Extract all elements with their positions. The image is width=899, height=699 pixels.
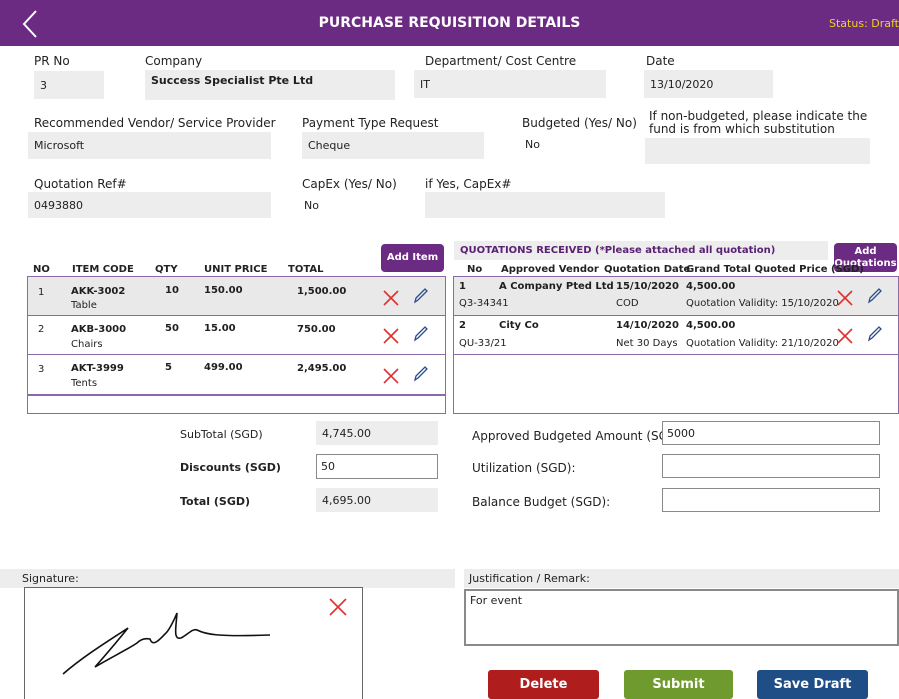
capex-field[interactable]: No [298,197,378,213]
delete-item-icon[interactable] [382,289,400,310]
payment-type-field[interactable]: Cheque [302,132,484,159]
table-divider [28,395,445,396]
vendor-label: Recommended Vendor/ Service Provider [34,116,276,130]
remark-input[interactable]: For event [464,589,899,646]
company-label: Company [145,54,203,68]
non-budgeted-field[interactable] [645,138,870,164]
item-desc: Chairs [71,339,103,350]
quotation-validity: Quotation Validity: 21/10/2020 [686,338,839,349]
capex-no-field[interactable] [425,192,665,218]
quotation-ref: Q3-34341 [459,298,509,309]
item-qty: 10 [165,285,179,296]
quotation-terms: COD [616,298,639,309]
add-item-button[interactable]: Add Item [381,244,444,272]
payment-type-label: Payment Type Request [302,116,439,130]
item-total: 2,495.00 [297,363,347,374]
delete-quotation-icon[interactable] [836,289,854,310]
item-code: AKT-3999 [71,363,124,374]
edit-quotation-icon[interactable] [866,324,884,345]
item-qty: 5 [165,362,172,373]
clear-signature-icon[interactable] [328,597,348,620]
date-label: Date [646,54,675,68]
item-code: AKB-3000 [71,324,127,335]
discount-label: Discounts (SGD) [180,461,281,474]
quotation-total: 4,500.00 [686,320,736,331]
approved-budget-input[interactable]: 5000 [662,421,880,445]
item-no: 1 [38,287,45,298]
page-title: PURCHASE REQUISITION DETAILS [318,15,581,31]
signature-label: Signature: [0,569,455,588]
items-header-no: NO [33,264,50,275]
budgeted-field[interactable]: No [519,136,599,152]
quotations-header-total: Grand Total Quoted Price (SGD) [686,264,864,275]
signature-image [55,610,285,693]
approved-budget-label: Approved Budgeted Amount (SGD): [472,429,686,443]
item-no: 2 [38,324,45,335]
item-price: 499.00 [204,362,243,373]
pr-no-field[interactable]: 3 [34,71,104,99]
quotation-vendor: A Company Pted Ltd [499,281,614,292]
date-field[interactable]: 13/10/2020 [644,70,773,98]
department-label: Department/ Cost Centre [425,54,577,68]
quotation-ref: QU-33/21 [459,338,507,349]
edit-quotation-icon[interactable] [866,286,884,307]
delete-item-icon[interactable] [382,327,400,348]
utilization-label: Utilization (SGD): [472,461,576,475]
quotation-ref-label: Quotation Ref# [34,177,127,191]
delete-button[interactable]: Delete [488,670,599,699]
budgeted-label: Budgeted (Yes/ No) [522,116,637,130]
quotation-ref-field[interactable]: 0493880 [28,192,271,218]
pr-no-label: PR No [34,54,70,68]
item-total: 1,500.00 [297,286,347,297]
discount-input[interactable]: 50 [316,454,438,479]
quotations-title: QUOTATIONS RECEIVED (*Please attached al… [454,241,828,260]
item-desc: Table [71,300,97,311]
balance-budget-label: Balance Budget (SGD): [472,495,611,509]
item-price: 15.00 [204,323,236,334]
quotations-header-no: No [467,264,483,275]
edit-item-icon[interactable] [412,324,430,345]
utilization-input[interactable] [662,454,880,478]
total-label: Total (SGD) [180,495,251,508]
save-draft-button[interactable]: Save Draft [757,670,868,699]
edit-item-icon[interactable] [412,286,430,307]
capex-label: CapEx (Yes/ No) [302,177,397,191]
department-field[interactable]: IT [414,70,606,98]
edit-item-icon[interactable] [412,364,430,385]
item-desc: Tents [71,378,98,389]
item-code: AKK-3002 [71,286,126,297]
capex-no-label: if Yes, CapEx# [425,177,512,191]
items-header-qty: QTY [155,264,178,275]
quotations-header-date: Quotation Date [604,264,691,275]
submit-button[interactable]: Submit [624,670,733,699]
delete-quotation-icon[interactable] [836,327,854,348]
status-badge: Status: Draft [829,17,899,30]
subtotal-field: 4,745.00 [316,421,438,445]
quotations-header-vendor: Approved Vendor [501,264,599,275]
quotation-vendor: City Co [499,320,539,331]
balance-budget-input[interactable] [662,488,880,512]
quotation-validity: Quotation Validity: 15/10/2020 [686,298,839,309]
quotation-date: 14/10/2020 [616,320,679,331]
item-qty: 50 [165,323,179,334]
item-price: 150.00 [204,285,243,296]
total-field: 4,695.00 [316,488,438,512]
quotation-no: 2 [459,320,466,331]
subtotal-label: SubTotal (SGD) [180,428,263,441]
item-total: 750.00 [297,324,336,335]
remark-label: Justification / Remark: [464,569,899,588]
items-header-total: TOTAL [288,264,324,275]
non-budgeted-label: If non-budgeted, please indicate the fun… [649,109,868,136]
delete-item-icon[interactable] [382,367,400,388]
company-field[interactable]: Success Specialist Pte Ltd [145,70,395,100]
quotation-date: 15/10/2020 [616,281,679,292]
vendor-field[interactable]: Microsoft [28,132,271,159]
quotation-no: 1 [459,281,466,292]
items-header-code: ITEM CODE [72,264,134,275]
item-no: 3 [38,364,45,375]
items-header-price: UNIT PRICE [204,264,268,275]
quotation-total: 4,500.00 [686,281,736,292]
quotation-terms: Net 30 Days [616,338,678,349]
